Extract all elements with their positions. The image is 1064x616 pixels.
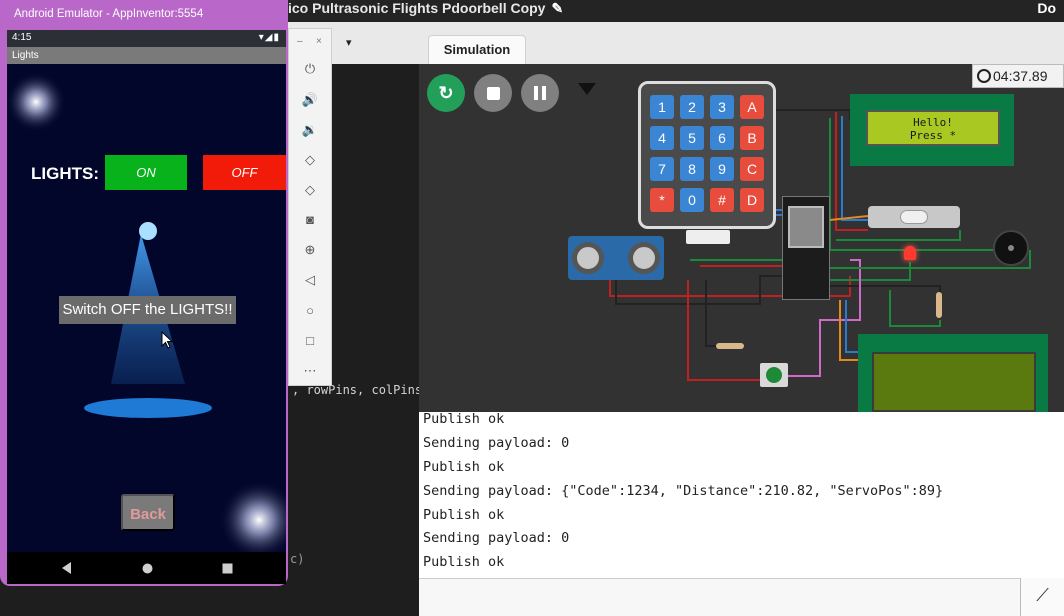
nav-recents-icon <box>222 563 232 573</box>
simulation-timer: 04:37.89 <box>972 64 1064 88</box>
pause-simulation-button[interactable] <box>521 74 559 112</box>
volume-up-icon[interactable]: 🔊 <box>289 89 331 111</box>
keypad-key[interactable]: 3 <box>710 95 734 119</box>
home-icon[interactable]: ○ <box>289 300 331 322</box>
membrane-keypad[interactable]: 1 2 3 A 4 5 6 B 7 8 9 C * 0 # D <box>638 81 776 229</box>
restart-icon: ↻ <box>438 82 454 103</box>
lights-on-button[interactable]: ON <box>105 155 187 190</box>
ultrasonic-transducer <box>572 242 604 274</box>
rotate-right-icon[interactable]: ◇ <box>289 179 331 201</box>
app-title-bar: Lights <box>7 47 286 64</box>
restart-simulation-button[interactable]: ↻ <box>427 74 465 112</box>
close-button[interactable]: × <box>316 36 322 47</box>
emulator-window-title: Android Emulator - AppInventor:5554 <box>14 8 204 20</box>
keypad-key[interactable]: B <box>740 126 764 150</box>
stop-icon <box>486 86 500 100</box>
keypad-key[interactable]: 5 <box>680 126 704 150</box>
lights-off-button[interactable]: OFF <box>203 155 286 190</box>
keypad-key[interactable]: C <box>740 157 764 181</box>
minimize-button[interactable]: – <box>297 36 303 47</box>
serial-line: Publish ok <box>423 554 505 570</box>
keypad-key[interactable]: 8 <box>680 157 704 181</box>
android-status-bar: 4:15 ▾◢▮ <box>7 30 286 47</box>
nav-home-button[interactable] <box>127 552 167 584</box>
pushbutton[interactable] <box>760 363 788 387</box>
serial-line: Publish ok <box>423 507 505 523</box>
camera-icon[interactable]: ◙ <box>289 209 331 231</box>
overview-icon[interactable]: □ <box>289 330 331 352</box>
keypad-key[interactable]: 7 <box>650 157 674 181</box>
nav-home-icon <box>142 563 152 573</box>
signal-battery-icon: ▾◢▮ <box>258 32 280 43</box>
lcd-screen-top: Hello! Press * <box>866 110 1000 146</box>
power-icon[interactable]: ⏻ <box>289 58 331 80</box>
pin-header <box>686 230 730 244</box>
stopwatch-icon <box>977 69 991 83</box>
serial-line: Publish ok <box>423 459 505 475</box>
back-icon[interactable]: ◁ <box>289 269 331 291</box>
ultrasonic-sensor[interactable] <box>568 236 664 280</box>
plotter-toggle-button[interactable]: ⟋ <box>1020 578 1064 616</box>
keypad-key[interactable]: 9 <box>710 157 734 181</box>
android-nav-bar <box>7 552 286 584</box>
back-button[interactable]: Back <box>121 494 175 531</box>
more-icon[interactable]: ⋯ <box>289 360 331 382</box>
ultrasonic-transducer <box>628 242 660 274</box>
nav-recents-button[interactable] <box>207 552 247 584</box>
servo-horn <box>900 210 928 224</box>
keypad-key[interactable]: 2 <box>680 95 704 119</box>
wifi-icon <box>578 83 596 95</box>
nav-back-icon <box>62 562 71 574</box>
serial-line: Publish ok <box>423 411 505 427</box>
keypad-key[interactable]: 4 <box>650 126 674 150</box>
serial-line: Sending payload: 0 <box>423 530 570 546</box>
serial-line: Sending payload: {"Code":1234, "Distance… <box>423 483 944 499</box>
keypad-key[interactable]: 1 <box>650 95 674 119</box>
serial-input[interactable] <box>419 578 1064 616</box>
keypad-key[interactable]: # <box>710 188 734 212</box>
stop-simulation-button[interactable] <box>474 74 512 112</box>
lights-label: LIGHTS: <box>31 164 99 183</box>
keypad-key[interactable]: 0 <box>680 188 704 212</box>
light-pool <box>84 398 212 418</box>
mouse-cursor-icon <box>161 331 174 349</box>
esp32-chip <box>788 206 824 248</box>
lcd-screen-bottom <box>872 352 1036 412</box>
status-message: Switch OFF the LIGHTS!! <box>59 296 236 324</box>
keypad-key[interactable]: A <box>740 95 764 119</box>
keypad-key[interactable]: D <box>740 188 764 212</box>
rotate-left-icon[interactable]: ◇ <box>289 149 331 171</box>
chart-icon: ⟋ <box>1036 585 1049 605</box>
buzzer[interactable] <box>993 230 1029 266</box>
sparkle-icon <box>219 480 286 552</box>
pushbutton-cap <box>766 367 782 383</box>
red-led[interactable] <box>904 246 916 260</box>
keypad-key[interactable]: 6 <box>710 126 734 150</box>
resistor <box>716 343 744 349</box>
pause-icon <box>534 86 546 100</box>
serial-line: Sending payload: 0 <box>423 435 570 451</box>
spotlight-bulb <box>139 222 157 240</box>
zoom-icon[interactable]: ⊕ <box>289 239 331 261</box>
nav-back-button[interactable] <box>47 552 87 584</box>
resistor <box>936 292 942 318</box>
keypad-key[interactable]: * <box>650 188 674 212</box>
sparkle-icon <box>7 72 66 132</box>
volume-down-icon[interactable]: 🔉 <box>289 119 331 141</box>
